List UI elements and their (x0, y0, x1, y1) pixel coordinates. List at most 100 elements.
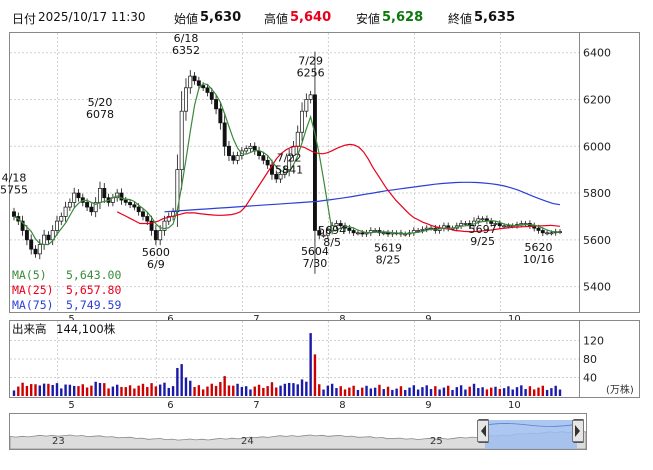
volume-bar (180, 364, 183, 396)
volume-bar (107, 388, 110, 396)
candle-body (46, 234, 51, 241)
annotation-value: 6352 (172, 44, 200, 57)
volume-bar (343, 389, 347, 396)
volume-bar (348, 387, 351, 396)
volume-bar (296, 384, 299, 396)
candle-body (347, 227, 352, 231)
legend-ma25: MA(25) 5,657.80 (12, 283, 122, 297)
candle-body (24, 230, 29, 241)
candle-body (536, 227, 541, 231)
volume-bar (275, 387, 278, 396)
volume-tick-label: 120 (583, 335, 604, 348)
volume-bar (240, 387, 244, 396)
volume-bar (120, 386, 123, 396)
legend-ma5: MA(5) 5,643.00 (12, 268, 122, 282)
candle-body (373, 230, 378, 232)
candle-body (545, 232, 550, 235)
candle-body (312, 94, 317, 231)
annotation-value: 5755 (0, 184, 28, 197)
candle-body (248, 145, 253, 149)
volume-bar (34, 384, 37, 396)
legend-ma75: MA(75) 5,749.59 (12, 298, 122, 312)
volume-bar (537, 387, 540, 396)
month-label: 7 (253, 400, 259, 411)
volume-bar (330, 383, 334, 396)
candle-body (89, 206, 94, 213)
volume-bar (434, 386, 437, 396)
volume-bar (558, 389, 562, 396)
candle-body (102, 188, 107, 199)
volume-bar (313, 354, 317, 396)
volume-bar (498, 388, 502, 396)
month-label: 8 (339, 400, 345, 411)
volume-bar (365, 385, 368, 396)
candle-body (506, 225, 511, 228)
annotation-date: 8/25 (376, 253, 401, 266)
candle-body (29, 239, 34, 250)
candle-body (85, 202, 90, 208)
volume-bar (232, 385, 235, 396)
volume-bar (25, 385, 29, 396)
volume-bar (167, 387, 170, 396)
volume-bar (472, 383, 476, 396)
scroll-right-button[interactable] (572, 420, 584, 442)
volume-tick-label: 40 (583, 372, 597, 385)
candle-body (235, 155, 240, 161)
volume-bar (335, 388, 338, 396)
volume-bar (352, 385, 355, 396)
volume-bar (464, 389, 467, 396)
candle-body (123, 199, 128, 203)
annotation-value: 6078 (86, 108, 114, 121)
navigator-selection[interactable] (485, 420, 577, 449)
volume-bar (98, 382, 102, 396)
volume-bar (137, 385, 140, 396)
volume-bar (219, 382, 222, 396)
volume-bar (361, 387, 364, 396)
candle-body (549, 232, 554, 235)
volume-bar (111, 386, 115, 396)
price-tick-label: 6400 (583, 47, 611, 60)
volume-bar (184, 377, 188, 396)
candle-body (136, 206, 141, 213)
candle-body (67, 202, 72, 208)
volume-bar (528, 386, 532, 396)
candle-body (386, 232, 390, 235)
candle-body (12, 211, 16, 217)
volume-bar (429, 389, 433, 396)
volume-bar (459, 385, 463, 396)
volume-bar (171, 386, 175, 396)
candle-body (98, 188, 102, 203)
volume-bar (176, 367, 179, 396)
volume-bar (124, 387, 127, 396)
candle-body (244, 148, 249, 152)
volume-bar (369, 388, 373, 396)
volume-bar (287, 382, 291, 396)
candle-body (179, 110, 184, 171)
volume-bar (38, 385, 41, 396)
volume-bar (68, 384, 72, 396)
volume-bar (223, 376, 226, 396)
navigator-label-25: 25 (430, 436, 443, 447)
candle-body (188, 75, 193, 89)
volume-bar (502, 388, 506, 396)
volume-bar (72, 385, 76, 396)
volume-bar (326, 385, 330, 396)
volume-bar (51, 384, 54, 396)
volume-bar (395, 388, 398, 396)
volume-bar (408, 387, 411, 396)
volume-bar (391, 389, 394, 396)
volume-bar (322, 389, 325, 396)
candle-body (214, 99, 219, 110)
volume-bar (115, 384, 119, 396)
volume-bar (163, 382, 166, 396)
candle-body (37, 244, 42, 255)
volume-bar (485, 389, 489, 396)
volume-bar (249, 389, 252, 396)
volume-bar (206, 386, 209, 396)
volume-unit: (万株) (606, 383, 634, 396)
volume-bar (386, 386, 390, 396)
volume-bar (533, 389, 536, 396)
scroll-left-button[interactable] (477, 420, 489, 442)
volume-bar (279, 385, 282, 396)
candle-body (420, 228, 425, 231)
